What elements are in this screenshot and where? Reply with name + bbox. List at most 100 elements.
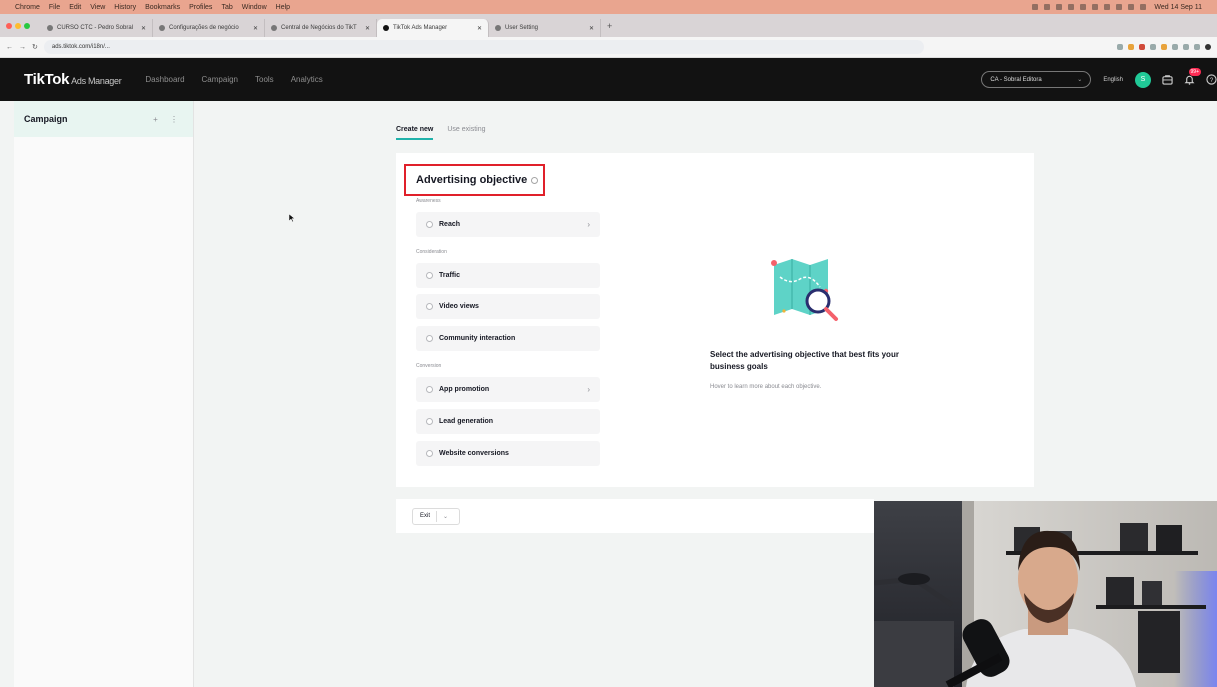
objective-option-app-promotion[interactable]: App promotion › <box>416 377 600 402</box>
menubar-item[interactable]: Profiles <box>189 4 212 11</box>
objective-option-traffic[interactable]: Traffic <box>416 263 600 288</box>
option-label: Website conversions <box>439 450 509 457</box>
objective-option-lead-generation[interactable]: Lead generation <box>416 409 600 434</box>
menubar-item[interactable]: History <box>114 4 136 11</box>
close-tab-icon[interactable]: ✕ <box>589 25 594 32</box>
favicon-icon <box>47 25 53 31</box>
extension-icon[interactable] <box>1183 44 1189 50</box>
radio-button[interactable] <box>426 272 433 279</box>
radio-button[interactable] <box>426 418 433 425</box>
radio-button[interactable] <box>426 221 433 228</box>
profile-icon[interactable] <box>1205 44 1211 50</box>
browser-tab[interactable]: User Setting ✕ <box>489 19 601 37</box>
status-icon[interactable] <box>1104 4 1111 10</box>
browser-tab[interactable]: CURSO CTC - Pedro Sobral ✕ <box>41 19 153 37</box>
extension-icon[interactable] <box>1150 44 1156 50</box>
radio-button[interactable] <box>426 303 433 310</box>
nav-analytics[interactable]: Analytics <box>291 75 323 84</box>
favicon-icon <box>271 25 277 31</box>
notification-badge: 99+ <box>1188 67 1201 76</box>
group-label-awareness: Awareness <box>416 198 441 204</box>
avatar[interactable]: S <box>1135 71 1151 88</box>
divider <box>436 510 438 522</box>
objective-option-community-interaction[interactable]: Community interaction <box>416 326 600 351</box>
extension-icon[interactable] <box>1172 44 1178 50</box>
menubar-clock[interactable]: Wed 14 Sep 11 <box>1154 4 1202 11</box>
address-bar[interactable]: ads.tiktok.com/i18n/... <box>43 40 924 54</box>
group-label-consideration: Consideration <box>416 249 447 255</box>
close-tab-icon[interactable]: ✕ <box>365 25 370 32</box>
chevron-down-icon: ⌄ <box>1077 77 1083 83</box>
option-label: Reach <box>439 221 461 228</box>
status-icon[interactable] <box>1116 4 1123 10</box>
status-icon[interactable] <box>1032 4 1039 10</box>
language-selector[interactable]: English <box>1103 77 1123 83</box>
info-icon[interactable] <box>531 176 539 184</box>
account-name: CA - Sobral Editora <box>990 76 1042 83</box>
browser-tab[interactable]: Configurações de negócio ✕ <box>153 19 265 37</box>
forward-icon[interactable]: → <box>19 44 26 51</box>
new-tab-button[interactable]: + <box>607 21 612 31</box>
status-icon[interactable] <box>1068 4 1075 10</box>
help-icon[interactable]: ? <box>1205 74 1217 86</box>
tab-label: User Setting <box>505 25 539 31</box>
menubar-item[interactable]: Chrome <box>15 4 40 11</box>
menubar-item[interactable]: Tab <box>221 4 232 11</box>
extension-icon[interactable] <box>1161 44 1167 50</box>
tab-label: TikTok Ads Manager <box>393 25 448 31</box>
status-icon[interactable] <box>1092 4 1099 10</box>
extension-icon[interactable] <box>1117 44 1123 50</box>
objective-option-video-views[interactable]: Video views <box>416 294 600 319</box>
nav-campaign[interactable]: Campaign <box>202 75 238 84</box>
menubar-item[interactable]: Edit <box>69 4 81 11</box>
status-icon[interactable] <box>1080 4 1087 10</box>
tiktok-logo[interactable]: TikTok Ads Manager <box>24 71 122 88</box>
menubar-item[interactable]: View <box>90 4 105 11</box>
close-tab-icon[interactable]: ✕ <box>477 25 482 32</box>
tab-label: Configurações de negócio <box>169 25 239 31</box>
exit-button[interactable]: Exit ⌄ <box>412 507 460 525</box>
menubar-status-area: Wed 14 Sep 11 <box>1026 0 1211 14</box>
objective-option-reach[interactable]: Reach › <box>416 212 600 237</box>
bottom-action-bar: Exit ⌄ <box>396 499 874 533</box>
sidebar-item-campaign[interactable]: Campaign + ⋮ <box>14 101 193 137</box>
close-window-icon[interactable] <box>6 22 12 29</box>
extension-icon[interactable] <box>1194 44 1200 50</box>
briefcase-icon[interactable] <box>1161 74 1173 86</box>
account-selector[interactable]: CA - Sobral Editora ⌄ <box>981 71 1092 88</box>
tab-create-new[interactable]: Create new <box>396 126 434 140</box>
browser-toolbar: ← → ↻ ads.tiktok.com/i18n/... <box>0 37 1217 58</box>
close-tab-icon[interactable]: ✕ <box>253 25 258 32</box>
sidebar-actions[interactable]: + ⋮ <box>153 115 183 124</box>
menubar-item[interactable]: Window <box>242 4 267 11</box>
menubar-item[interactable]: Bookmarks <box>145 4 180 11</box>
status-icon[interactable] <box>1128 4 1135 10</box>
chevron-down-icon[interactable]: ⌄ <box>443 513 448 520</box>
nav-dashboard[interactable]: Dashboard <box>145 75 184 84</box>
browser-tab-active[interactable]: TikTok Ads Manager ✕ <box>377 19 489 37</box>
back-icon[interactable]: ← <box>6 44 13 51</box>
bell-icon[interactable]: 99+ <box>1183 67 1201 86</box>
status-icon[interactable] <box>1056 4 1063 10</box>
zoom-window-icon[interactable] <box>24 22 30 29</box>
radio-button[interactable] <box>426 450 433 457</box>
objective-card: Advertising objective Awareness Reach › … <box>396 153 1034 487</box>
close-tab-icon[interactable]: ✕ <box>141 25 146 32</box>
menubar-item[interactable]: File <box>49 4 60 11</box>
menubar-item[interactable]: Help <box>276 4 290 11</box>
extension-icon[interactable] <box>1139 44 1145 50</box>
radio-button[interactable] <box>426 386 433 393</box>
browser-tab[interactable]: Central de Negócios do TikT ✕ <box>265 19 377 37</box>
map-search-illustration <box>771 259 838 321</box>
logo-subtitle: Ads Manager <box>71 76 122 86</box>
reload-icon[interactable]: ↻ <box>32 43 38 51</box>
tab-use-existing[interactable]: Use existing <box>447 126 485 140</box>
status-icon[interactable] <box>1044 4 1051 10</box>
minimize-window-icon[interactable] <box>15 22 21 29</box>
status-icon[interactable] <box>1140 4 1147 10</box>
extension-icon[interactable] <box>1128 44 1134 50</box>
radio-button[interactable] <box>426 335 433 342</box>
nav-tools[interactable]: Tools <box>255 75 274 84</box>
objective-option-website-conversions[interactable]: Website conversions <box>416 441 600 466</box>
campaign-sidebar: Campaign + ⋮ <box>14 101 194 687</box>
